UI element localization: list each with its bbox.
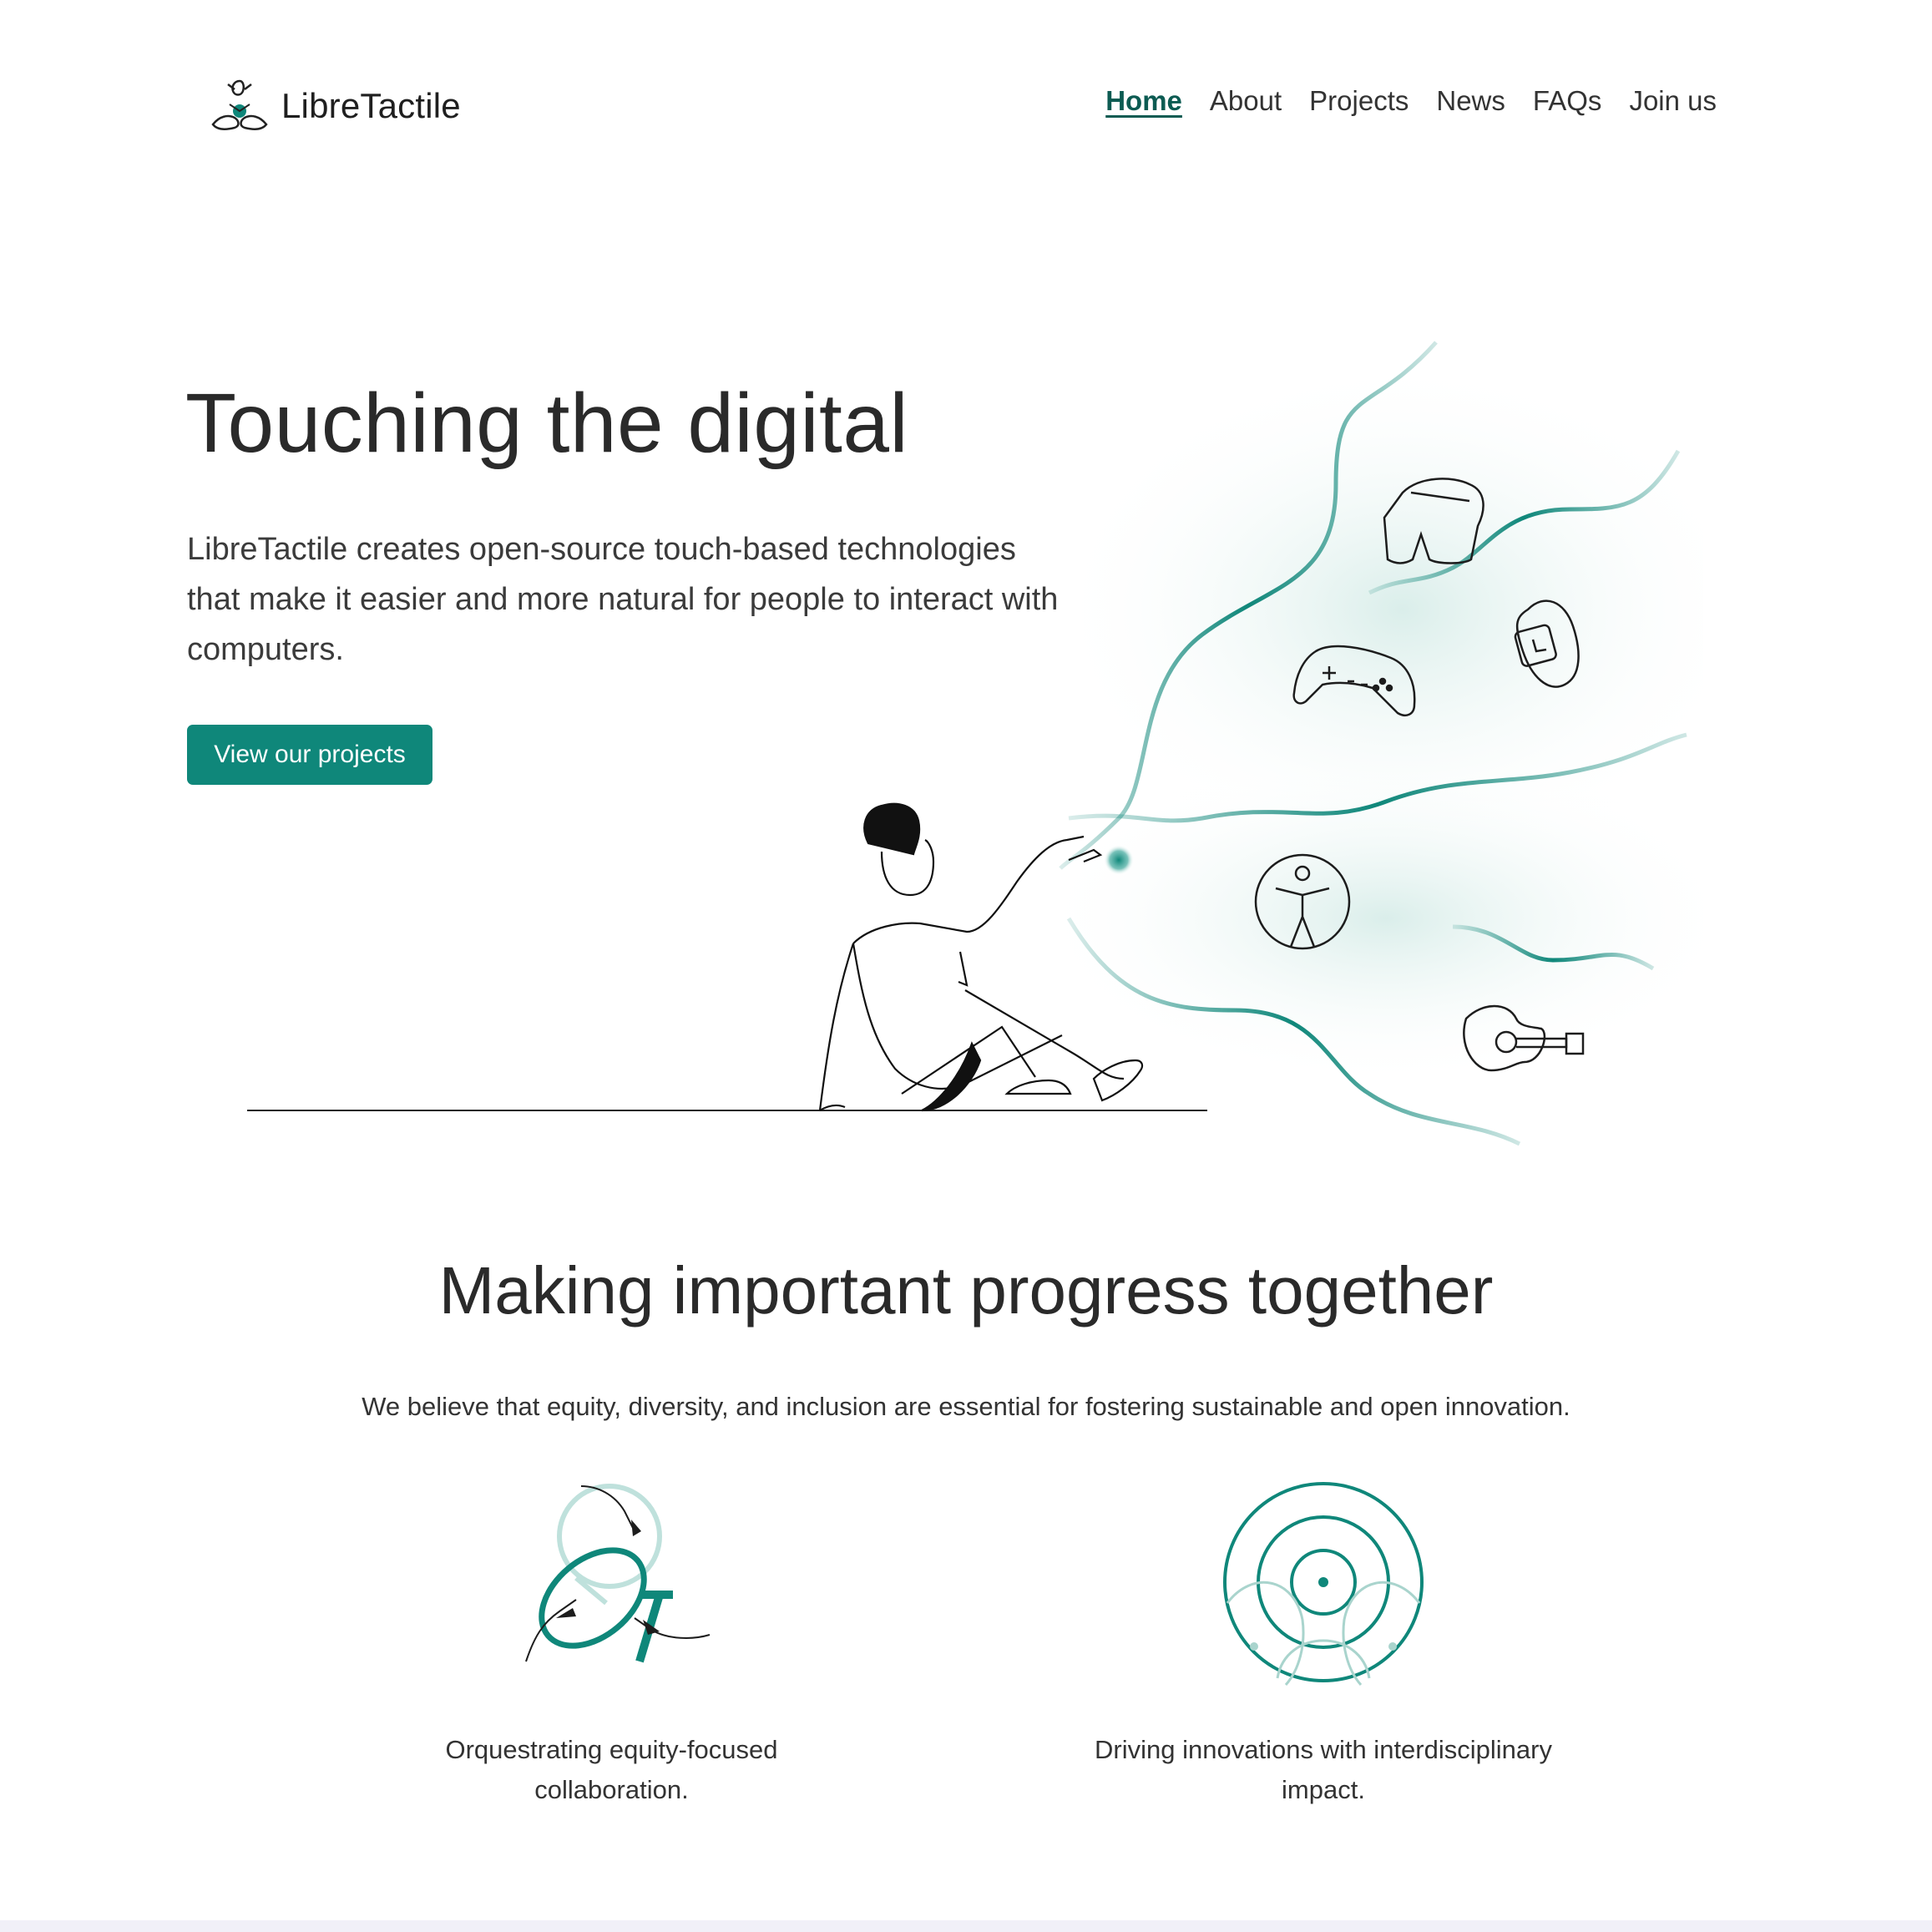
hero-description: LibreTactile creates open-source touch-b…	[187, 532, 1059, 667]
view-projects-button[interactable]: View our projects	[187, 725, 432, 785]
logo-link[interactable]: LibreTactile	[205, 71, 461, 141]
page-bottom-divider	[0, 1920, 1932, 1932]
feature-caption-line: impact.	[1282, 1775, 1365, 1804]
hero-title: Touching the digital	[185, 377, 909, 470]
tactile-hands-logo-icon	[211, 79, 268, 130]
site-header: LibreTactile Home About Projects News FA…	[0, 0, 1932, 200]
touch-point	[1104, 845, 1134, 875]
collaboration-hands-icon	[525, 1484, 711, 1663]
page: LibreTactile Home About Projects News FA…	[0, 0, 1932, 1932]
feature-caption-line: Driving innovations with interdisciplina…	[1095, 1735, 1552, 1764]
nav-projects[interactable]: Projects	[1309, 85, 1409, 117]
progress-title: Making important progress together	[438, 1253, 1494, 1328]
nav-home[interactable]: Home	[1105, 85, 1182, 117]
nav-faqs[interactable]: FAQs	[1533, 85, 1602, 117]
nav-news[interactable]: News	[1436, 85, 1505, 117]
feature-caption-line: collaboration.	[534, 1775, 689, 1804]
nav-join-us[interactable]: Join us	[1629, 85, 1717, 117]
feature-caption-collaboration: Orquestrating equity-focused collaborati…	[401, 1730, 822, 1810]
mist-blob	[1035, 751, 1703, 1085]
nav-about[interactable]: About	[1210, 85, 1282, 117]
progress-lead: We believe that equity, diversity, and i…	[362, 1392, 1570, 1421]
main-nav: Home About Projects News FAQs Join us	[1105, 85, 1717, 117]
concentric-circles-icon	[1223, 1482, 1424, 1686]
feature-caption-innovation: Driving innovations with interdisciplina…	[1069, 1730, 1578, 1810]
feature-caption-line: Orquestrating equity-focused	[445, 1735, 778, 1764]
brand-name: LibreTactile	[281, 86, 461, 125]
